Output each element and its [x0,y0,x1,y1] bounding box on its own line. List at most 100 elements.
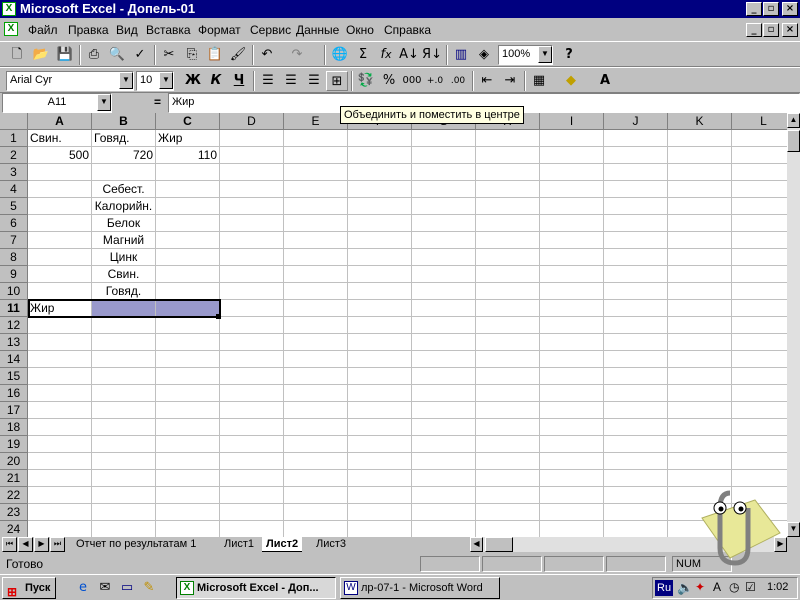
row-header-14[interactable]: 14 [0,351,28,368]
sort-descending-icon[interactable]: Я↓ [421,45,443,65]
cell-c16[interactable] [156,385,220,402]
cell-e13[interactable] [284,334,348,351]
cell-i23[interactable] [540,504,604,521]
cell-b14[interactable] [92,351,156,368]
cell-j10[interactable] [604,283,668,300]
cell-f13[interactable] [348,334,412,351]
menu-view[interactable]: Вид [116,23,138,37]
cell-l6[interactable] [732,215,787,232]
align-right-icon[interactable]: ☰ [303,71,325,91]
cell-c7[interactable] [156,232,220,249]
cell-b18[interactable] [92,419,156,436]
cell-k13[interactable] [668,334,732,351]
cell-g3[interactable] [412,164,476,181]
tray-icon[interactable]: ✦ [695,580,705,594]
cell-b12[interactable] [92,317,156,334]
cell-g22[interactable] [412,487,476,504]
cell-k8[interactable] [668,249,732,266]
cell-h12[interactable] [476,317,540,334]
check-tray-icon[interactable]: ☑ [745,580,756,594]
cell-d24[interactable] [220,521,284,537]
cell-h24[interactable] [476,521,540,537]
cell-f18[interactable] [348,419,412,436]
cell-f3[interactable] [348,164,412,181]
cell-e4[interactable] [284,181,348,198]
cell-k14[interactable] [668,351,732,368]
font-color-icon[interactable]: A [594,71,616,91]
cell-h1[interactable] [476,130,540,147]
cell-h13[interactable] [476,334,540,351]
cell-e8[interactable] [284,249,348,266]
cell-g4[interactable] [412,181,476,198]
cell-b8[interactable]: Цинк [92,249,156,266]
undo-icon[interactable]: ↶ [256,45,278,65]
cell-b19[interactable] [92,436,156,453]
cell-h8[interactable] [476,249,540,266]
cell-b13[interactable] [92,334,156,351]
cell-l19[interactable] [732,436,787,453]
cell-c20[interactable] [156,453,220,470]
paste-icon[interactable]: 📋 [204,45,226,65]
doc-restore-button[interactable]: ▫ [763,23,779,37]
cell-c2[interactable]: 110 [156,147,220,164]
cell-c15[interactable] [156,368,220,385]
column-header-e[interactable]: E [284,113,348,130]
cell-g24[interactable] [412,521,476,537]
menu-tools[interactable]: Сервис [250,23,291,37]
cell-e18[interactable] [284,419,348,436]
cell-e22[interactable] [284,487,348,504]
cell-l7[interactable] [732,232,787,249]
save-icon[interactable]: 💾 [54,45,76,65]
cell-k19[interactable] [668,436,732,453]
cell-c6[interactable] [156,215,220,232]
cell-f15[interactable] [348,368,412,385]
excel-app-icon[interactable]: X [2,2,16,16]
cell-g17[interactable] [412,402,476,419]
cell-g14[interactable] [412,351,476,368]
cell-l1[interactable] [732,130,787,147]
cell-i9[interactable] [540,266,604,283]
cell-j1[interactable] [604,130,668,147]
cell-f10[interactable] [348,283,412,300]
row-header-16[interactable]: 16 [0,385,28,402]
currency-icon[interactable]: 💱 [355,71,377,91]
taskbar-excel[interactable]: X Microsoft Excel - Доп... [176,577,336,599]
column-header-c[interactable]: C [156,113,220,130]
cell-b1[interactable]: Говяд. [92,130,156,147]
cell-g8[interactable] [412,249,476,266]
cell-d15[interactable] [220,368,284,385]
cell-d12[interactable] [220,317,284,334]
cell-g13[interactable] [412,334,476,351]
font-size-dropdown[interactable]: 10 ▼ [136,71,174,91]
cell-l14[interactable] [732,351,787,368]
cell-g21[interactable] [412,470,476,487]
cell-f22[interactable] [348,487,412,504]
cell-j5[interactable] [604,198,668,215]
cell-c17[interactable] [156,402,220,419]
row-header-19[interactable]: 19 [0,436,28,453]
cell-e6[interactable] [284,215,348,232]
cell-l2[interactable] [732,147,787,164]
cell-i15[interactable] [540,368,604,385]
spelling-icon[interactable]: ✓ [129,45,151,65]
cell-i19[interactable] [540,436,604,453]
cell-a13[interactable] [28,334,92,351]
cell-h9[interactable] [476,266,540,283]
cell-b23[interactable] [92,504,156,521]
cell-a3[interactable] [28,164,92,181]
start-button[interactable]: ⊞ Пуск [2,577,56,599]
scroll-up-icon[interactable]: ▲ [787,113,800,128]
cell-f21[interactable] [348,470,412,487]
row-header-15[interactable]: 15 [0,368,28,385]
last-sheet-icon[interactable]: ⏭ [50,537,65,552]
chevron-down-icon[interactable]: ▼ [159,72,173,89]
office-assistant[interactable] [690,478,785,573]
cell-k4[interactable] [668,181,732,198]
language-indicator[interactable]: Ru [655,580,674,596]
cell-g19[interactable] [412,436,476,453]
cell-b4[interactable]: Себест. [92,181,156,198]
sheet-tab-list2[interactable]: Лист2 [262,537,303,552]
column-header-i[interactable]: I [540,113,604,130]
menu-insert[interactable]: Вставка [146,23,191,37]
cell-b20[interactable] [92,453,156,470]
